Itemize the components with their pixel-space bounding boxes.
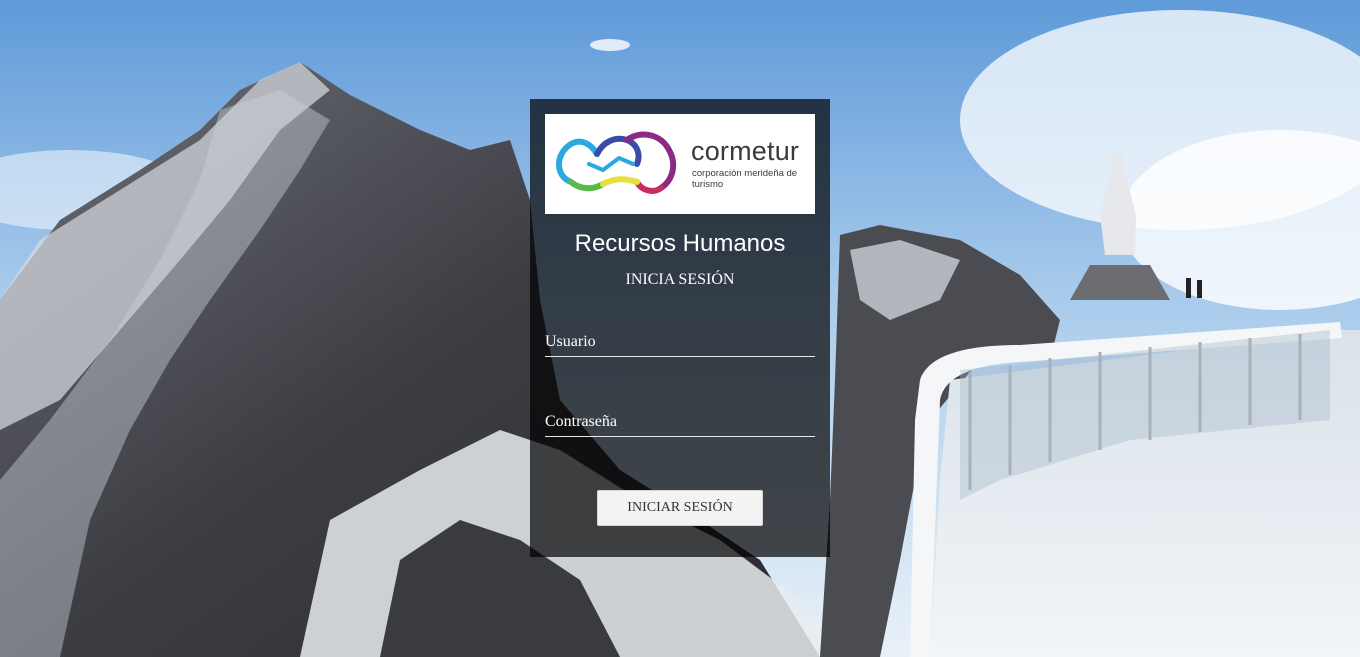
- app-title: Recursos Humanos: [574, 230, 786, 257]
- login-card: cormetur corporación merideña de turismo…: [530, 99, 830, 557]
- username-field: [545, 328, 815, 357]
- logo: cormetur corporación merideña de turismo: [545, 114, 815, 214]
- username-input[interactable]: [545, 328, 815, 356]
- password-input[interactable]: [545, 408, 815, 436]
- login-subtitle: INICIA SESIÓN: [625, 271, 735, 288]
- login-button[interactable]: INICIAR SESIÓN: [597, 490, 763, 526]
- password-field: [545, 408, 815, 437]
- brand-tagline: corporación merideña de turismo: [692, 168, 798, 190]
- brand-name: cormetur: [691, 136, 800, 166]
